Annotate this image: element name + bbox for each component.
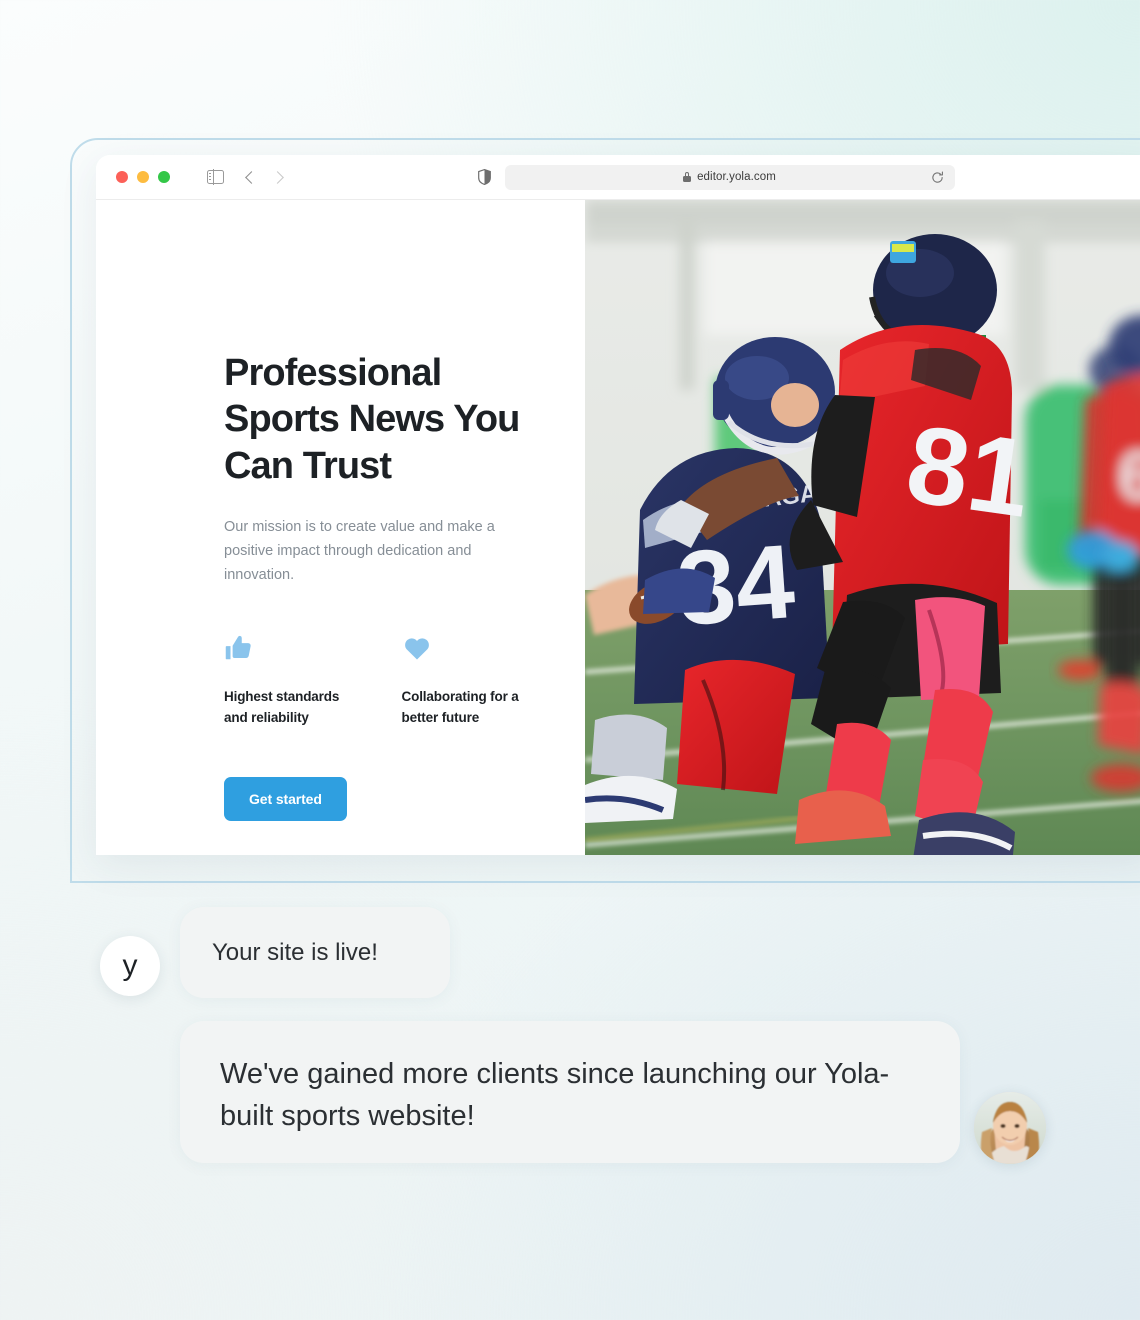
minimize-window-button[interactable] [137, 171, 149, 183]
feature-item: Highest standards and reliability [224, 633, 357, 729]
sidebar-toggle-button[interactable] [202, 164, 228, 190]
user-avatar [974, 1092, 1046, 1164]
reload-icon[interactable] [931, 170, 944, 184]
back-button[interactable] [238, 164, 264, 190]
testimonial-bubble: We've gained more clients since launchin… [180, 1021, 960, 1163]
sidebar-toggle-icon [206, 169, 224, 185]
page-title: Professional Sports News You Can Trust [224, 352, 520, 487]
hero-image: MALAGA 34 [585, 200, 1140, 855]
zoom-window-button[interactable] [158, 171, 170, 183]
testimonial-text: We've gained more clients since launchin… [220, 1058, 890, 1133]
svg-text:81: 81 [900, 402, 1038, 541]
feature-label: Collaborating for a better future [401, 688, 519, 725]
hero-subtext: Our mission is to create value and make … [224, 519, 495, 584]
browser-toolbar: editor.yola.com [96, 155, 1140, 200]
back-chevron-icon [244, 170, 258, 184]
yola-logo-avatar: y [100, 936, 160, 996]
hero-text-column: Professional Sports News You Can Trust O… [96, 200, 585, 855]
chat-message-text: Your site is live! [212, 938, 378, 966]
address-bar[interactable]: editor.yola.com [504, 164, 955, 190]
url-text: editor.yola.com [697, 171, 776, 183]
feature-item: Collaborating for a better future [402, 633, 535, 729]
get-started-button[interactable]: Get started [224, 776, 347, 821]
lock-icon [683, 172, 692, 182]
forward-button[interactable] [264, 164, 290, 190]
thumbs-up-icon [224, 633, 357, 663]
logo-letter: y [122, 949, 138, 982]
website-preview: Professional Sports News You Can Trust O… [96, 200, 1140, 855]
privacy-shield-icon[interactable] [477, 169, 491, 185]
window-controls[interactable] [116, 171, 170, 183]
feature-list: Highest standards and reliability Collab… [224, 633, 534, 729]
forward-chevron-icon [270, 170, 284, 184]
heart-icon [402, 633, 535, 663]
browser-window: editor.yola.com Professional Sports News… [96, 155, 1140, 855]
chat-message-bubble: Your site is live! [180, 907, 450, 998]
svg-text:6: 6 [1118, 437, 1140, 515]
close-window-button[interactable] [116, 171, 128, 183]
feature-label: Highest standards and reliability [224, 688, 340, 725]
